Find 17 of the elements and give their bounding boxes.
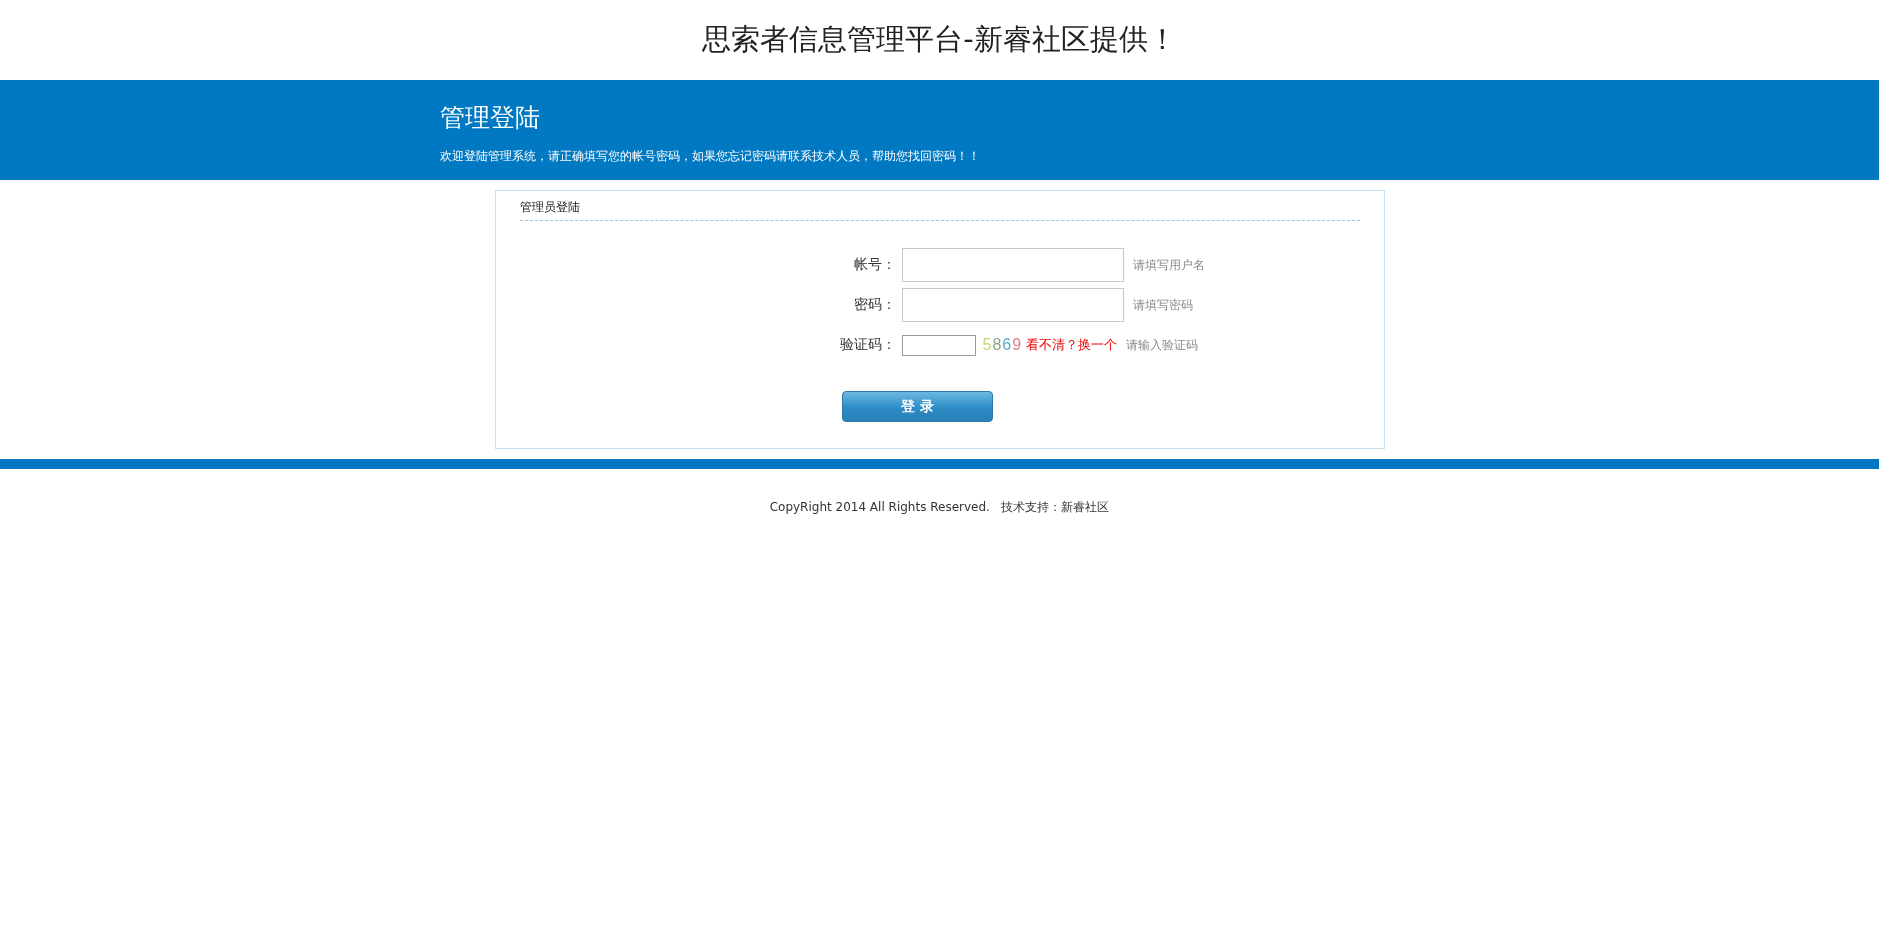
username-field[interactable] bbox=[901, 248, 1124, 282]
captcha-field[interactable] bbox=[901, 334, 976, 356]
password-field[interactable] bbox=[901, 288, 1124, 322]
copyright-text: CopyRight 2014 All Rights Reserved. 技术支持：新睿社区 bbox=[769, 499, 1110, 516]
page-heading: 管理登陆 bbox=[440, 102, 540, 134]
field-hint: 请填写密码 bbox=[1132, 296, 1193, 314]
field-label: 帐号： bbox=[853, 256, 896, 274]
captcha-image[interactable]: 5869 bbox=[982, 336, 1023, 354]
field-hint: 请填写用户名 bbox=[1132, 256, 1205, 274]
refresh-captcha-link[interactable]: 看不清？换一个 bbox=[1026, 336, 1118, 354]
field-label: 密码： bbox=[853, 296, 896, 314]
field-hint: 请输入验证码 bbox=[1126, 336, 1199, 354]
panel-title: 管理员登陆 bbox=[519, 199, 580, 216]
login-notice: 欢迎登陆管理系统，请正确填写您的帐号密码，如果您忘记密码请联系技术人员，帮助您找回密码！！ bbox=[440, 148, 980, 164]
site-title: 思索者信息管理平台-新睿社区提供！ bbox=[702, 22, 1177, 56]
login-button[interactable]: 登 录 bbox=[842, 391, 993, 422]
field-label: 验证码： bbox=[839, 336, 896, 354]
